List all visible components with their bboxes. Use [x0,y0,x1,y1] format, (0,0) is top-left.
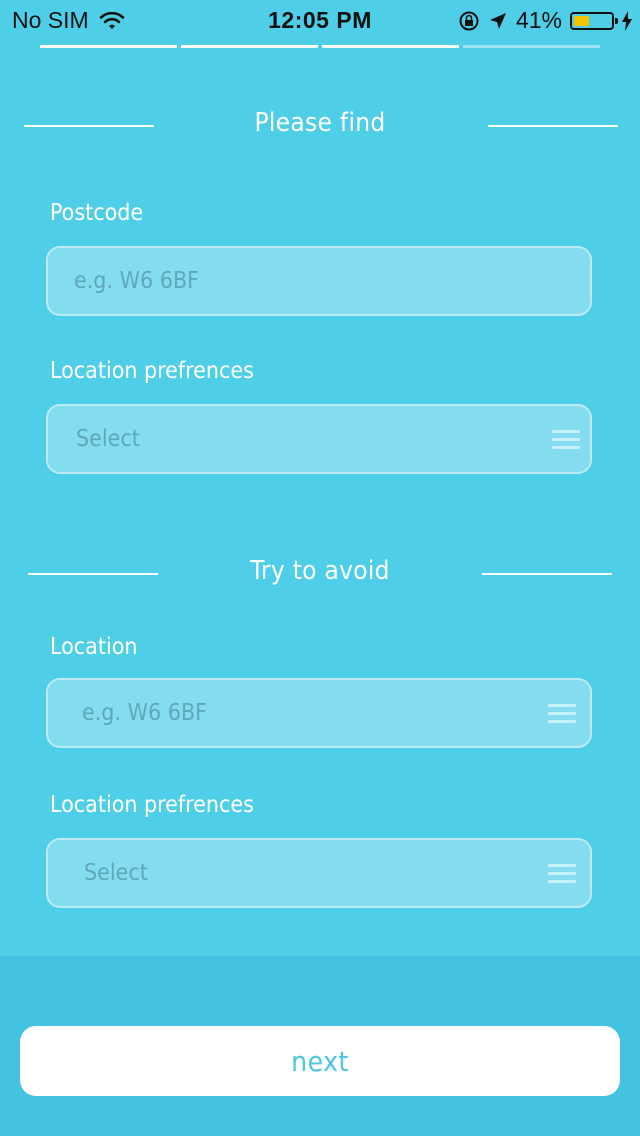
menu-icon [548,862,576,884]
avoid-location-field-box [46,678,592,748]
charging-bolt-icon [622,10,632,31]
battery-fill [574,15,589,26]
orientation-lock-icon [459,11,479,30]
section-divider-find: Please find [0,105,640,145]
menu-icon [552,428,580,450]
next-button[interactable]: next [20,1026,620,1096]
location-arrow-icon [489,12,506,29]
screen: No SIM 12:05 PM 41% Please find Postcode… [0,0,640,1136]
divider-line-right [482,573,612,575]
battery-icon [570,11,618,30]
section-title-avoid: Try to avoid [250,556,390,586]
avoid-location-pref-select[interactable]: Select [46,838,592,908]
battery-percent: 41% [515,7,562,33]
progress-segment [40,45,177,48]
battery-cap [615,17,618,24]
status-bar: No SIM 12:05 PM 41% [0,0,640,40]
progress-segment [463,45,600,48]
progress-segment [181,45,318,48]
find-location-pref-select[interactable]: Select [46,404,592,474]
progress-segment [322,45,459,48]
find-location-pref-label: Location prefrences [50,358,254,384]
status-right: 41% [458,7,632,34]
section-title-find: Please find [254,108,386,138]
avoid-location-input[interactable] [48,680,590,746]
find-location-pref-value: Select [76,426,140,452]
postcode-label: Postcode [50,200,144,226]
postcode-field-box [46,246,592,316]
avoid-location-label: Location [50,634,138,660]
divider-line-right [488,125,618,127]
footer: next [0,956,640,1136]
avoid-location-pref-value: Select [84,860,148,886]
postcode-input[interactable] [48,248,590,314]
menu-icon[interactable] [548,702,576,724]
avoid-location-pref-label: Location prefrences [50,792,254,818]
step-progress [40,45,600,49]
section-divider-avoid: Try to avoid [0,553,640,593]
